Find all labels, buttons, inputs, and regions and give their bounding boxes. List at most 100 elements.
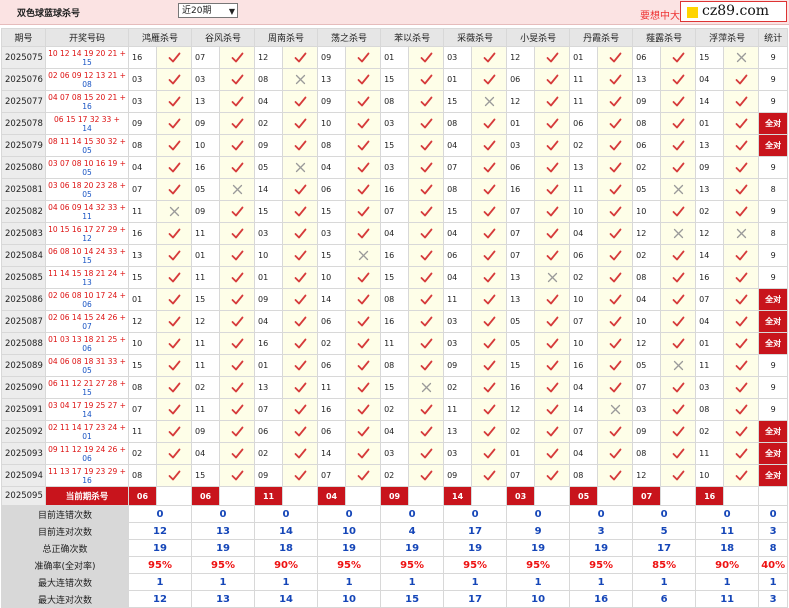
correct-mark (597, 420, 634, 443)
stat-value: 95% (317, 556, 382, 574)
kill-number: 04 (380, 222, 410, 245)
correct-mark (471, 442, 508, 465)
wrong-mark (408, 376, 445, 399)
check-icon (662, 382, 695, 393)
correct-mark (345, 178, 382, 201)
wrong-mark (219, 178, 256, 201)
stat-value: 0 (632, 505, 697, 523)
kill-number: 12 (191, 310, 221, 333)
blue-ball: 05 (82, 145, 92, 155)
correct-mark (345, 90, 382, 113)
correct-count: 全对 (758, 442, 789, 465)
blue-ball: 16 (82, 101, 92, 111)
correct-mark (471, 222, 508, 245)
correct-mark (597, 200, 634, 223)
red-balls: 11 14 15 18 21 24 + (48, 268, 126, 278)
kill-number: 13 (443, 420, 473, 443)
check-icon (284, 228, 317, 239)
correct-mark (155, 398, 193, 421)
correct-mark (219, 310, 256, 333)
kill-number: 06 (317, 354, 347, 377)
kill-number: 07 (569, 310, 599, 333)
red-balls: 04 06 08 18 31 33 + (48, 356, 126, 366)
check-icon (725, 162, 758, 173)
blank-cell (408, 486, 445, 506)
correct-mark (534, 200, 571, 223)
kill-number: 03 (443, 332, 473, 355)
stat-value: 1 (380, 573, 445, 591)
check-icon (662, 118, 695, 129)
wrong-mark (660, 222, 697, 245)
kill-number: 12 (128, 310, 157, 333)
check-icon (347, 448, 380, 459)
kill-number-table: 期号 开奖号码 鸿雁杀号 谷风杀号 周南杀号 荡之杀号 苯以杀号 采薇杀号 小旻… (1, 28, 789, 608)
stat-value: 95% (443, 556, 508, 574)
kill-number: 12 (506, 398, 536, 421)
kill-number: 15 (695, 46, 725, 69)
correct-mark (471, 244, 508, 267)
kill-number: 15 (128, 354, 157, 377)
table-row: 2025081 03 06 18 20 23 28 +05 07 05 14 06 16 08… (1, 178, 789, 201)
correct-mark (660, 68, 697, 91)
correct-mark (408, 46, 445, 69)
kill-number: 02 (380, 398, 410, 421)
period-select[interactable]: 近20期 ▼ (178, 3, 238, 18)
slogan-text: 要想中大 (640, 11, 680, 22)
stat-value: 0 (191, 505, 256, 523)
check-icon (725, 360, 758, 371)
correct-mark (660, 464, 697, 487)
kill-number: 02 (569, 134, 599, 157)
check-icon (599, 96, 632, 107)
check-icon (158, 294, 191, 305)
check-icon (473, 294, 506, 305)
correct-mark (155, 464, 193, 487)
blue-ball: 05 (82, 365, 92, 375)
kill-number: 05 (632, 178, 662, 201)
check-icon (284, 316, 317, 327)
blue-ball: 14 (82, 409, 92, 419)
check-icon (347, 206, 380, 217)
kill-number: 16 (128, 222, 157, 245)
kill-number: 11 (569, 90, 599, 113)
kill-number: 08 (128, 134, 157, 157)
kill-number: 03 (128, 68, 157, 91)
header-row: 期号 开奖号码 鸿雁杀号 谷风杀号 周南杀号 荡之杀号 苯以杀号 采薇杀号 小旻… (1, 28, 789, 47)
kill-number: 09 (632, 90, 662, 113)
check-icon (473, 338, 506, 349)
correct-mark (345, 464, 382, 487)
correct-mark (471, 354, 508, 377)
check-icon (536, 206, 569, 217)
period-cell: 2025090 (1, 376, 46, 399)
stat-value: 1 (569, 573, 634, 591)
check-icon (599, 426, 632, 437)
kill-number: 06 (569, 244, 599, 267)
kill-number: 12 (632, 464, 662, 487)
red-balls: 02 06 14 15 24 26 + (48, 312, 126, 322)
correct-mark (534, 156, 571, 179)
correct-mark (408, 90, 445, 113)
check-icon (410, 294, 443, 305)
cross-icon (410, 382, 443, 393)
correct-count: 9 (758, 200, 789, 223)
check-icon (599, 294, 632, 305)
stat-value: 3 (758, 522, 789, 540)
kill-number: 05 (506, 332, 536, 355)
correct-mark (219, 112, 256, 135)
kill-number: 04 (317, 156, 347, 179)
check-icon (158, 140, 191, 151)
check-icon (536, 470, 569, 481)
correct-mark (534, 134, 571, 157)
check-icon (536, 250, 569, 261)
check-icon (536, 118, 569, 129)
correct-count: 9 (758, 156, 789, 179)
check-icon (284, 184, 317, 195)
check-icon (599, 338, 632, 349)
check-icon (284, 118, 317, 129)
check-icon (347, 426, 380, 437)
check-icon (473, 382, 506, 393)
correct-count: 全对 (758, 420, 789, 443)
blank-cell (758, 486, 789, 506)
site-logo[interactable]: cz89.com (680, 1, 787, 22)
period-cell: 2025075 (1, 46, 46, 69)
correct-mark (408, 244, 445, 267)
